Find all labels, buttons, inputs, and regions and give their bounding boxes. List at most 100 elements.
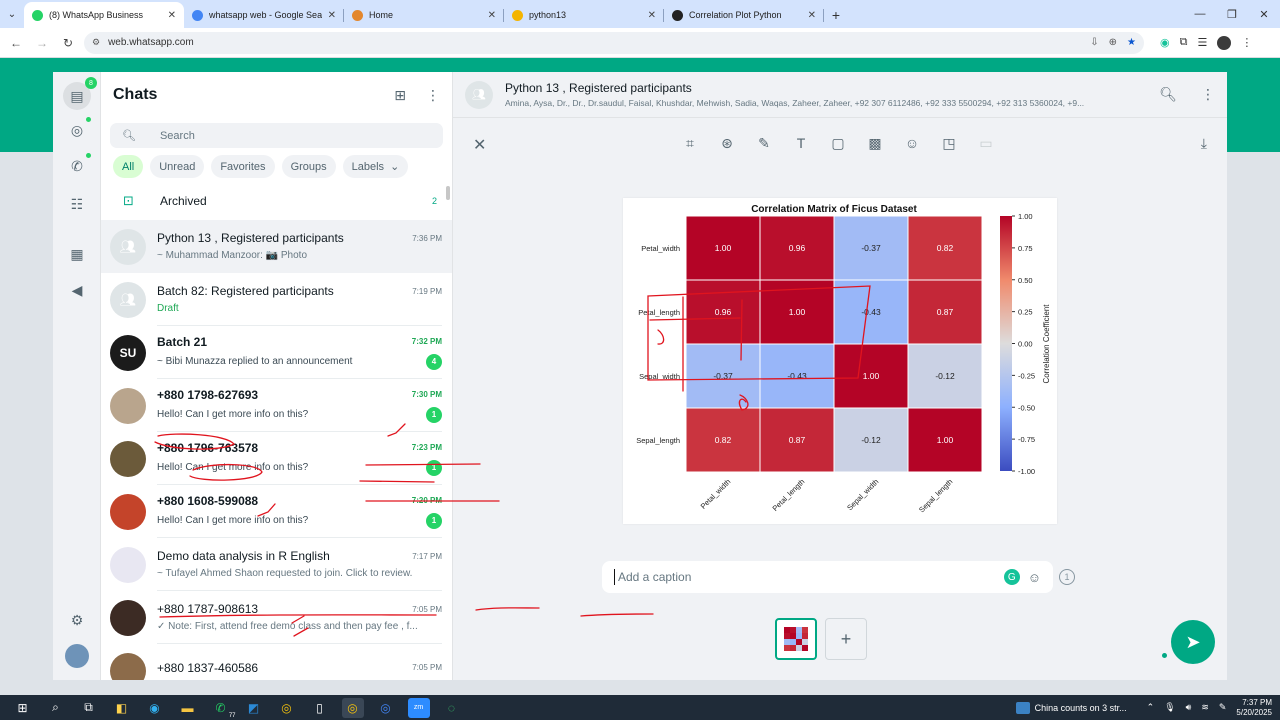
site-info-icon[interactable]: ⚙ [92,37,100,48]
filter-chip-groups[interactable]: Groups [281,155,336,178]
start-icon[interactable]: ⊞ [12,698,34,718]
pencil-icon[interactable]: ✎ [755,134,773,152]
microphone-icon[interactable]: 🎙︎ [1164,702,1175,713]
chat-row[interactable]: +880 1837-460586 7:05 PM [101,644,452,680]
profile-avatar[interactable] [1217,35,1232,50]
chats-icon[interactable]: ▤ 8 [63,77,97,110]
search-input[interactable]: 🔍︎ Search [110,123,443,148]
file-icon[interactable]: ▯ [309,698,331,718]
new-tab-button[interactable]: + [824,2,848,28]
search-messages-icon[interactable]: 🔍︎ [1159,86,1177,103]
back-icon[interactable]: ← [6,33,26,53]
hd-toggle-icon[interactable]: ▭ [977,134,995,152]
caption-input[interactable]: Add a caption G ☺ [602,561,1053,593]
send-button[interactable]: ➤ [1171,620,1215,664]
profile-avatar[interactable] [65,644,89,668]
extensions-icon[interactable]: ⧉ [1180,36,1188,49]
chat-row[interactable]: SU Batch 21 7:32 PM ~ Bibi Munazza replied … [101,326,452,379]
download-icon[interactable]: ⤓ [1201,135,1207,152]
crop-icon[interactable]: ⌗ [681,134,699,152]
chat-row[interactable]: +880 1796-763578 7:23 PM Hello! Can I get … [101,432,452,485]
view-once-icon[interactable]: 1 [1059,569,1075,585]
address-bar[interactable]: ⚙ web.whatsapp.com ⇩ ⊕ ★ [84,31,1144,54]
store-icon[interactable]: ◧ [111,698,133,718]
chrome-icon[interactable]: ◎ [276,698,298,718]
chat-row[interactable]: Demo data analysis in R English 7:17 PM ~ … [101,538,452,591]
chrome-profile-icon[interactable]: ◎ [341,697,364,718]
chat-menu-icon[interactable]: ⋮ [426,87,440,104]
emoji-icon[interactable]: ☺ [903,134,921,152]
settings-icon[interactable]: ⚙ [65,608,89,632]
edge-icon[interactable]: ◉ [144,698,166,718]
task-view-icon[interactable]: ⧉ [78,698,100,718]
restore-icon[interactable]: ❐ [1216,0,1248,28]
install-app-icon[interactable]: ⇩ [1090,37,1098,48]
clock[interactable]: 7:37 PM 5/20/2025 [1236,698,1272,718]
search-icon[interactable]: ⌕ [45,698,67,718]
whatsapp-taskbar-icon[interactable]: ✆ 77 [210,698,235,719]
add-media-button[interactable]: + [825,618,867,660]
forward-icon[interactable]: → [32,33,52,53]
file-explorer-icon[interactable]: ▬ [177,698,199,718]
grammarly-icon[interactable]: ◉ [1160,36,1170,49]
browser-tab[interactable]: whatsapp web - Google Search ✕ [184,2,344,28]
tab-search-icon[interactable]: ⌄ [0,0,24,28]
outlook-icon[interactable]: ◩ [243,698,265,718]
bookmark-star-icon[interactable]: ★ [1127,37,1136,48]
url-text[interactable]: web.whatsapp.com [108,37,1082,48]
grammarly-icon[interactable]: G [1003,569,1020,585]
archived-row[interactable]: ⊡ Archived 2 [101,182,452,220]
conversation-menu-icon[interactable]: ⋮ [1201,86,1215,103]
status-icon[interactable]: ◎ [65,117,91,142]
chat-row[interactable]: +880 1798-627693 7:30 PM Hello! Can I get … [101,379,452,432]
reading-list-icon[interactable]: ☰ [1197,36,1207,49]
chat-row[interactable]: +880 1787-908613 7:05 PM ✓ Note: First, at… [101,591,452,644]
filter-chip-all[interactable]: All [113,155,144,178]
sticker-icon[interactable]: ◳ [940,134,958,152]
pen-icon[interactable]: ✎ [1219,702,1227,713]
zoom-icon[interactable]: ⊕ [1109,37,1117,48]
sync-icon[interactable]: ◌ [441,698,463,718]
chat-row[interactable]: +880 1608-599088 7:20 PM Hello! Can I get … [101,485,452,538]
tab-close-icon[interactable]: ✕ [328,10,336,21]
text-icon[interactable]: T [792,134,810,152]
conversation-header[interactable]: 👥︎ Python 13 , Registered participants A… [453,72,1227,118]
channels-icon[interactable]: ✆ [65,153,91,178]
media-thumbnail[interactable] [775,618,817,660]
browser-tab[interactable]: python13 ✕ [504,2,664,28]
browser-tab[interactable]: (8) WhatsApp Business ✕ [24,2,184,28]
filter-icon[interactable]: ⊛ [718,134,736,152]
tab-close-icon[interactable]: ✕ [168,10,176,21]
tab-close-icon[interactable]: ✕ [808,10,816,21]
rectangle-icon[interactable]: ▢ [829,134,847,152]
chrome-alt-icon[interactable]: ◎ [375,698,397,718]
close-window-icon[interactable]: ✕ [1248,0,1280,28]
filter-chip-unread[interactable]: Unread [150,155,205,178]
caption-emoji-icon[interactable]: ☺ [1028,570,1041,585]
tray-chevron-icon[interactable]: ⌃ [1147,702,1155,713]
chat-row[interactable]: 👥︎ Batch 82: Registered participants 7:19 … [101,273,452,326]
blur-icon[interactable]: ▩ [866,134,884,152]
reload-icon[interactable]: ↻ [58,33,78,53]
volume-icon[interactable]: 🔊︎ [1186,702,1192,713]
chat-list-scrollbar[interactable] [446,186,450,200]
minimize-icon[interactable]: — [1184,0,1216,28]
browser-tab[interactable]: Correlation Plot Python ✕ [664,2,824,28]
filter-chip-favorites[interactable]: Favorites [211,155,275,178]
wifi-icon[interactable]: ≋ [1201,702,1209,713]
tab-close-icon[interactable]: ✕ [648,10,656,21]
chat-row[interactable]: 👥︎ Python 13 , Registered participants 7:3… [101,220,452,273]
browser-tab[interactable]: Home ✕ [344,2,504,28]
broadcast-icon[interactable]: ◀ [65,278,89,302]
tab-close-icon[interactable]: ✕ [488,10,496,21]
zoom-icon[interactable]: zm [407,697,430,718]
filter-chip-labels[interactable]: Labels ⌄ [342,155,409,178]
conversation-title[interactable]: Python 13 , Registered participants [505,81,1147,95]
communities-icon[interactable]: ☷ [65,192,89,216]
catalog-icon[interactable]: ▦ [65,242,89,266]
news-widget[interactable]: China counts on 3 str... [1015,701,1127,714]
new-chat-icon[interactable]: ⊞ [394,87,406,104]
close-editor-icon[interactable]: ✕ [473,135,486,155]
browser-menu-icon[interactable]: ⋮ [1241,36,1252,49]
group-avatar[interactable]: 👥︎ [465,80,493,109]
